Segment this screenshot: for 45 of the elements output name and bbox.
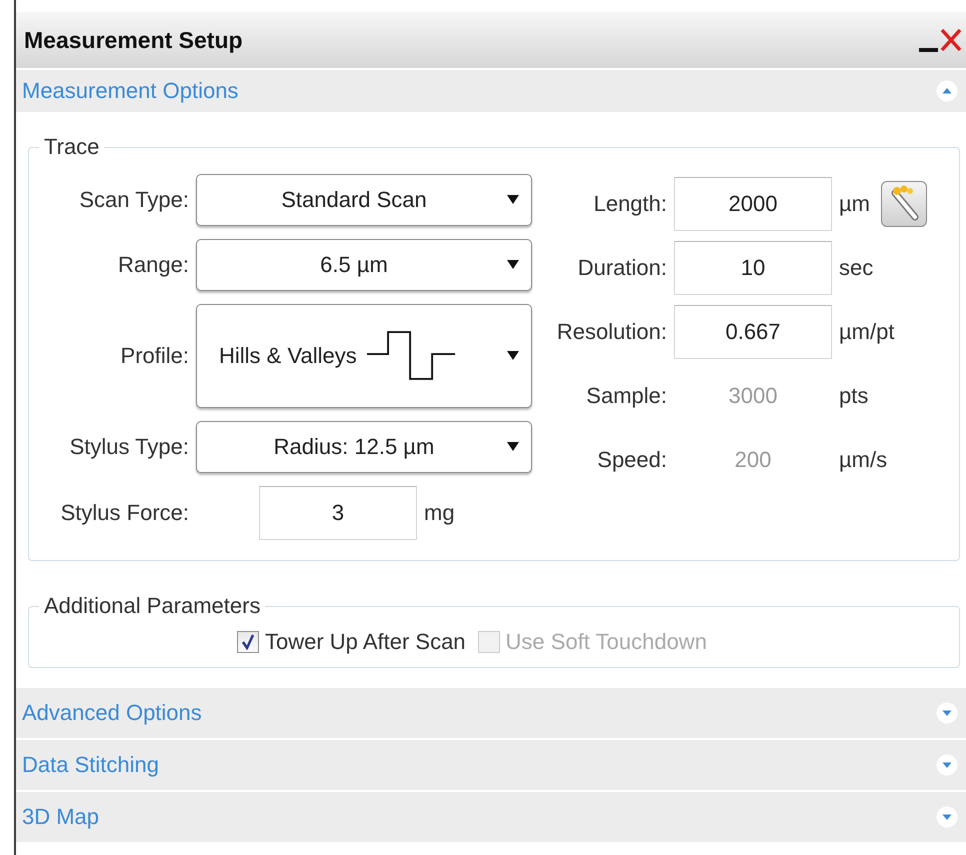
collapse-icon[interactable] [936, 80, 958, 102]
unit-label: pts [839, 383, 868, 409]
field-label: Speed: [596, 447, 667, 473]
group-title: Additional Parameters [43, 593, 262, 619]
tool-button[interactable] [881, 181, 928, 227]
close-button[interactable] [940, 28, 962, 52]
caret-icon [507, 351, 519, 361]
unit-label: µm [839, 191, 870, 217]
expand-icon[interactable] [936, 702, 958, 724]
checkbox[interactable] [237, 631, 259, 653]
field-label: Stylus Force: [60, 500, 189, 526]
field-label: Duration: [576, 255, 667, 281]
dropdown[interactable]: Hills & Valleys [196, 304, 532, 408]
expand-icon[interactable] [936, 806, 958, 828]
group-title: Trace [43, 134, 100, 160]
unit-label: µm/pt [839, 319, 894, 345]
caret-icon [507, 442, 519, 452]
field-label: Resolution: [556, 319, 667, 345]
unit-label: sec [839, 255, 874, 281]
readout-value: 3000 [728, 383, 778, 409]
caret-icon [507, 195, 519, 205]
input-field[interactable]: 10 [674, 241, 832, 295]
checkbox-label: Use Soft Touchdown [506, 629, 707, 655]
field-label: Stylus Type: [68, 434, 189, 460]
input-field[interactable]: 3 [259, 486, 417, 540]
dropdown[interactable]: Standard Scan [196, 174, 532, 226]
step-wave-icon [366, 330, 457, 382]
caret-icon [507, 260, 519, 270]
unit-label: mg [424, 500, 455, 526]
expand-icon[interactable] [936, 754, 958, 776]
close-icon [940, 28, 962, 52]
field-label: Scan Type: [78, 187, 189, 213]
field-label: Profile: [120, 343, 189, 369]
checkbox-label: Tower Up After Scan [265, 629, 466, 655]
dropdown[interactable]: 6.5 µm [196, 239, 532, 291]
field-label: Range: [117, 252, 189, 278]
minimize-icon [919, 48, 938, 52]
field-label: Length: [592, 191, 667, 217]
dropdown[interactable]: Radius: 12.5 µm [196, 421, 532, 473]
input-field[interactable]: 2000 [674, 177, 832, 231]
readout-value: 200 [734, 447, 772, 473]
field-label: Sample: [585, 383, 667, 409]
unit-label: µm/s [839, 447, 888, 473]
input-field[interactable]: 0.667 [674, 305, 832, 359]
window-title: Measurement Setup [24, 26, 243, 54]
